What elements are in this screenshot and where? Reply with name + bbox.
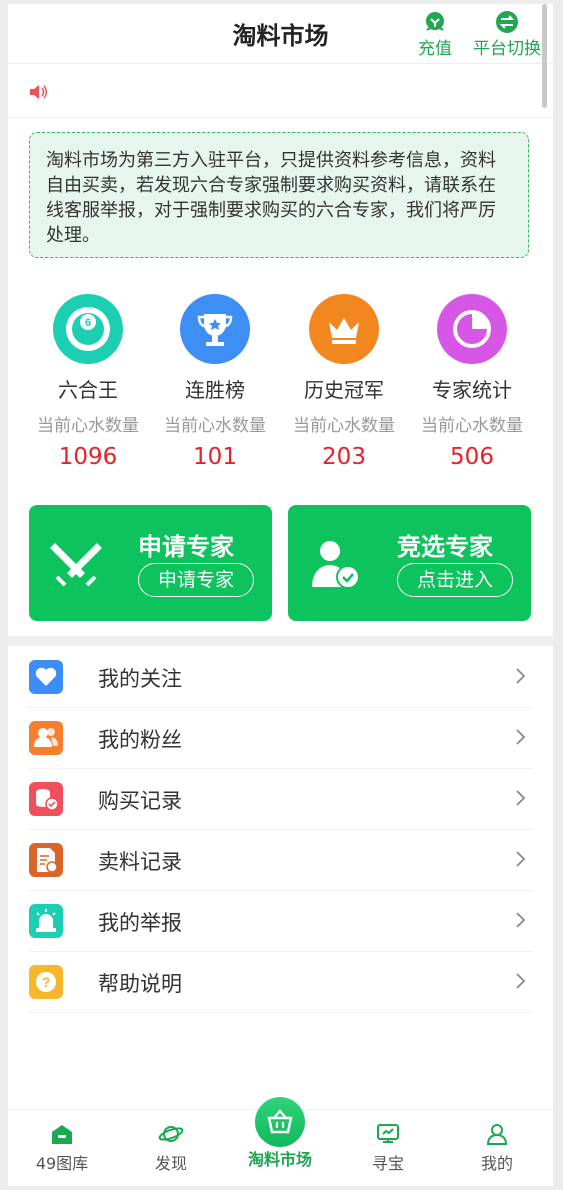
- coins-check-icon: [29, 782, 63, 816]
- house-icon: [52, 1125, 72, 1144]
- menu-label: 卖料记录: [98, 850, 182, 874]
- pie-chart-icon: [437, 294, 507, 364]
- tab-label: 寻宝: [371, 1154, 404, 1173]
- stat-value: 203: [322, 444, 366, 470]
- tab-discover[interactable]: 发现: [121, 1122, 221, 1174]
- menu-item-my-follows[interactable]: 我的关注: [8, 647, 553, 708]
- tab-label: 49图库: [35, 1154, 89, 1173]
- apply-expert-card[interactable]: 申请专家 申请专家: [29, 505, 272, 621]
- stat-sub: 当前心水数量: [164, 416, 266, 436]
- menu-item-my-fans[interactable]: 我的粉丝: [8, 708, 553, 769]
- recharge-label: 充值: [418, 39, 452, 59]
- user-check-icon: [312, 541, 360, 589]
- users-icon: [29, 721, 63, 755]
- stat-sub: 当前心水数量: [293, 416, 395, 436]
- stat-name: 历史冠军: [304, 378, 384, 402]
- crown-icon: [309, 294, 379, 364]
- tab-treasure[interactable]: 寻宝: [338, 1122, 438, 1174]
- stat-expert-statistics[interactable]: 专家统计 当前心水数量 506: [407, 294, 537, 470]
- chevron-right-icon: [516, 729, 526, 745]
- chevron-right-icon: [516, 912, 526, 928]
- stat-name: 六合王: [58, 378, 118, 402]
- stat-winning-streak[interactable]: 连胜榜 当前心水数量 101: [150, 294, 280, 470]
- alarm-icon: [29, 904, 63, 938]
- menu-label: 帮助说明: [98, 972, 182, 996]
- tab-label: 我的: [480, 1154, 513, 1173]
- stat-name: 连胜榜: [185, 378, 245, 402]
- speaker-icon: [30, 85, 47, 99]
- enter-button[interactable]: 点击进入: [397, 563, 513, 597]
- card-title: 竞选专家: [397, 533, 493, 561]
- ball-6-icon: 6: [53, 294, 123, 364]
- menu-label: 我的关注: [98, 667, 182, 691]
- document-coin-icon: [29, 843, 63, 877]
- announcement-bar[interactable]: [8, 66, 553, 118]
- disclaimer-box: 淘料市场为第三方入驻平台，只提供资料参考信息，资料自由买卖，若发现六合专家强制要…: [29, 132, 529, 258]
- svg-text:6: 6: [85, 317, 91, 329]
- switch-label: 平台切换: [473, 39, 541, 59]
- tab-mine[interactable]: 我的: [447, 1122, 547, 1174]
- tab-market[interactable]: [251, 1093, 309, 1151]
- crossed-swords-icon: [50, 543, 102, 587]
- question-icon: ?: [29, 965, 63, 999]
- trophy-icon: [180, 294, 250, 364]
- header: 淘料市场 充值 平台切换: [8, 4, 553, 64]
- monitor-icon: [377, 1124, 399, 1143]
- stat-name: 专家统计: [432, 378, 512, 402]
- chevron-right-icon: [516, 973, 526, 989]
- stat-value: 506: [450, 444, 494, 470]
- recharge-button[interactable]: 充值: [400, 8, 470, 59]
- market-page: 淘料市场 充值 平台切换 淘料市场为第三方入驻平台，只提供资料参考信息，资料自由…: [8, 4, 553, 1186]
- stat-sub: 当前心水数量: [37, 416, 139, 436]
- menu-item-sale-records[interactable]: 卖料记录: [8, 830, 553, 891]
- stat-value: 1096: [58, 444, 118, 470]
- chevron-right-icon: [516, 668, 526, 684]
- section-divider: [8, 636, 553, 646]
- menu-label: 我的粉丝: [98, 728, 182, 752]
- elect-expert-card[interactable]: 竞选专家 点击进入: [288, 505, 531, 621]
- menu-label: 我的举报: [98, 911, 182, 935]
- person-icon: [486, 1124, 508, 1145]
- stat-liuhewang[interactable]: 6 六合王 当前心水数量 1096: [23, 294, 153, 470]
- apply-expert-button[interactable]: 申请专家: [138, 563, 254, 597]
- basket-icon: [267, 1109, 293, 1134]
- tab-gallery[interactable]: 49图库: [12, 1122, 112, 1174]
- platform-switch-button[interactable]: 平台切换: [467, 8, 547, 59]
- card-title: 申请专家: [138, 533, 234, 561]
- stat-sub: 当前心水数量: [421, 416, 523, 436]
- menu-label: 购买记录: [98, 789, 182, 813]
- heart-icon: [29, 660, 63, 694]
- tab-label: 发现: [154, 1154, 187, 1173]
- tab-label-market: 淘料市场: [247, 1150, 312, 1169]
- recharge-icon: [426, 12, 444, 31]
- svg-text:?: ?: [42, 974, 51, 990]
- switch-icon: [496, 11, 518, 33]
- menu-item-help[interactable]: ? 帮助说明: [8, 952, 553, 1013]
- scrollbar[interactable]: [542, 4, 547, 108]
- stat-history-champion[interactable]: 历史冠军 当前心水数量 203: [279, 294, 409, 470]
- menu-item-purchase-records[interactable]: 购买记录: [8, 769, 553, 830]
- stat-value: 101: [193, 444, 237, 470]
- chevron-right-icon: [516, 851, 526, 867]
- menu-item-my-reports[interactable]: 我的举报: [8, 891, 553, 952]
- chevron-right-icon: [516, 790, 526, 806]
- planet-icon: [158, 1126, 184, 1142]
